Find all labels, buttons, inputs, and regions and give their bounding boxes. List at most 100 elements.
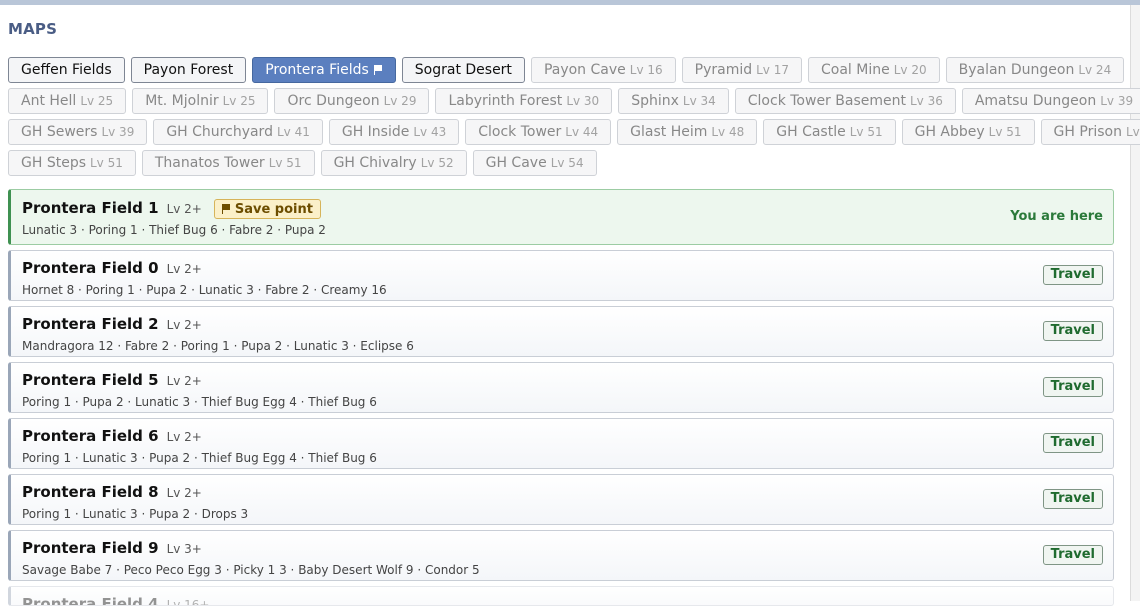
map-card[interactable]: Prontera Field 4 Lv 16+ [8,586,1114,606]
tab-thanatos-tower: Thanatos Tower Lv 51 [141,150,315,176]
monster-list: Hornet 8 · Poring 1 · Pupa 2 · Lunatic 3… [22,283,387,297]
flag-icon [373,65,383,75]
map-card[interactable]: Prontera Field 9 Lv 3+ Savage Babe 7 · Pec… [8,530,1114,581]
tab-label: Payon Cave [543,62,626,78]
tab-level-requirement: Lv 25 [222,94,256,108]
tab-label: Sograt Desert [414,62,512,78]
tab-gh-sewers: GH Sewers Lv 39 [8,119,148,145]
tab-sphinx: Sphinx Lv 34 [618,88,729,114]
tab-row: GH Sewers Lv 39 GH Churchyard Lv 41 GH Insid… [8,119,1140,145]
tab-labyrinth-forest: Labyrinth Forest Lv 30 [435,88,613,114]
tab-level-requirement: Lv 43 [413,125,447,139]
travel-button[interactable]: Travel [1042,377,1103,397]
tab-label: Payon Forest [143,62,234,78]
tab-level-requirement: Lv 39 [1100,94,1134,108]
tab-level-requirement: Lv 36 [909,94,943,108]
tab-gh-castle: GH Castle Lv 51 [763,119,896,145]
map-card-header: Prontera Field 1 Lv 2+ Save point [22,199,321,219]
tab-gh-abbey: GH Abbey Lv 51 [901,119,1035,145]
tab-label: Ant Hell [21,93,77,109]
tab-label: GH Inside [341,124,410,140]
tab-prontera-fields[interactable]: Prontera Fields [252,57,396,83]
tab-label: Byalan Dungeon [958,62,1075,78]
tab-label: Pyramid [694,62,753,78]
map-card[interactable]: Prontera Field 8 Lv 2+ Poring 1 · Lunatic … [8,474,1114,525]
map-card[interactable]: Prontera Field 2 Lv 2+ Mandragora 12 · Fab… [8,306,1114,357]
map-card-header: Prontera Field 0 Lv 2+ [22,259,202,277]
tab-label: Glast Heim [630,124,708,140]
tab-level-requirement: Lv 41 [276,125,310,139]
tab-row: Ant Hell Lv 25 Mt. Mjolnir Lv 25 Orc Dungeon… [8,88,1140,114]
tab-geffen-fields[interactable]: Geffen Fields [8,57,125,83]
tab-amatsu-dungeon: Amatsu Dungeon Lv 39 [961,88,1140,114]
travel-button[interactable]: Travel [1042,545,1103,565]
tab-ant-hell: Ant Hell Lv 25 [8,88,127,114]
monster-list: Poring 1 · Lunatic 3 · Pupa 2 · Thief Bu… [22,451,377,465]
tab-sograt-desert[interactable]: Sograt Desert [401,57,525,83]
map-list: Prontera Field 1 Lv 2+ Save point Lunatic 3… [8,189,1114,611]
map-card-header: Prontera Field 9 Lv 3+ [22,539,202,557]
travel-button[interactable]: Travel [1042,265,1103,285]
tab-orc-dungeon: Orc Dungeon Lv 29 [274,88,430,114]
save-point-label: Save point [234,201,313,217]
tab-label: GH Steps [21,155,86,171]
map-card[interactable]: Prontera Field 0 Lv 2+ Hornet 8 · Poring 1… [8,250,1114,301]
tab-gh-cave: GH Cave Lv 54 [472,150,597,176]
map-level: Lv 2+ [166,262,202,276]
tab-gh-inside: GH Inside Lv 43 [328,119,460,145]
tab-label: Prontera Fields [265,62,369,78]
tab-label: Orc Dungeon [287,93,380,109]
window-top-bar [0,0,1140,5]
monster-list: Lunatic 3 · Poring 1 · Thief Bug 6 · Fab… [22,223,326,237]
map-name: Prontera Field 5 [22,371,159,389]
tab-level-requirement: Lv 17 [756,63,789,77]
map-level: Lv 2+ [166,202,202,216]
page-title: MAPS [8,20,58,38]
travel-button[interactable]: Travel [1042,489,1103,509]
monster-list: Mandragora 12 · Fabre 2 · Poring 1 · Pup… [22,339,414,353]
map-card-header: Prontera Field 6 Lv 2+ [22,427,202,445]
you-are-here-label: You are here [1010,209,1103,224]
map-name: Prontera Field 6 [22,427,159,445]
travel-button[interactable]: Travel [1042,321,1103,341]
tab-gh-steps: GH Steps Lv 51 [8,150,136,176]
tab-label: GH Castle [776,124,846,140]
tab-label: Mt. Mjolnir [145,93,219,109]
map-card-header: Prontera Field 5 Lv 2+ [22,371,202,389]
tab-level-requirement: Lv 25 [80,94,114,108]
tab-gh-churchyard: GH Churchyard Lv 41 [153,119,323,145]
tab-label: Thanatos Tower [154,155,265,171]
map-level: Lv 2+ [166,430,202,444]
tab-level-requirement: Lv 34 [682,94,716,108]
tab-row: Geffen Fields Payon Forest Prontera Fields… [8,57,1125,83]
map-name: Prontera Field 9 [22,539,159,557]
map-card[interactable]: Prontera Field 6 Lv 2+ Poring 1 · Lunatic … [8,418,1114,469]
monster-list: Savage Babe 7 · Peco Peco Egg 3 · Picky … [22,563,480,577]
tab-level-requirement: Lv 30 [566,94,600,108]
map-card[interactable]: Prontera Field 5 Lv 2+ Poring 1 · Pupa 2 ·… [8,362,1114,413]
tab-label: GH Cave [485,155,547,171]
save-point-badge: Save point [213,199,321,219]
tab-level-requirement: Lv 51 [849,125,883,139]
tab-coal-mine: Coal Mine Lv 20 [808,57,940,83]
tab-level-requirement: Lv 51 [268,156,302,170]
tab-level-requirement: Lv 20 [893,63,927,77]
tab-label: GH Prison [1053,124,1122,140]
tab-level-requirement: Lv 29 [383,94,417,108]
tab-label: GH Abbey [914,124,985,140]
tab-mt-mjolnir: Mt. Mjolnir Lv 25 [132,88,269,114]
tab-level-requirement: Lv 51 [988,125,1022,139]
tab-row: GH Steps Lv 51 Thanatos Tower Lv 51 GH Chiva… [8,150,1120,176]
map-name: Prontera Field 2 [22,315,159,333]
tab-label: GH Churchyard [166,124,273,140]
current-map-card: Prontera Field 1 Lv 2+ Save point Lunatic 3… [8,189,1114,245]
tab-level-requirement: Lv 52 [420,156,454,170]
travel-button[interactable]: Travel [1042,433,1103,453]
tab-payon-forest[interactable]: Payon Forest [130,57,247,83]
map-tabs: Geffen Fields Payon Forest Prontera Fields… [8,57,1140,181]
tab-level-requirement: Lv 51 [90,156,123,170]
map-card-header: Prontera Field 2 Lv 2+ [22,315,202,333]
tab-label: Geffen Fields [21,62,112,78]
map-name: Prontera Field 1 [22,199,159,217]
tab-level-requirement: Lv 44 [565,125,599,139]
